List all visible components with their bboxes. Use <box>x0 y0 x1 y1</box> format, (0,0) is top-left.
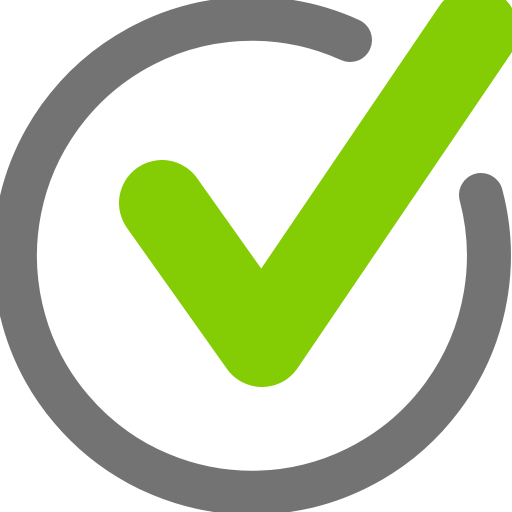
check-circle-icon <box>0 0 512 512</box>
check-circle-graphic <box>0 0 512 512</box>
checkmark-icon <box>119 0 512 387</box>
